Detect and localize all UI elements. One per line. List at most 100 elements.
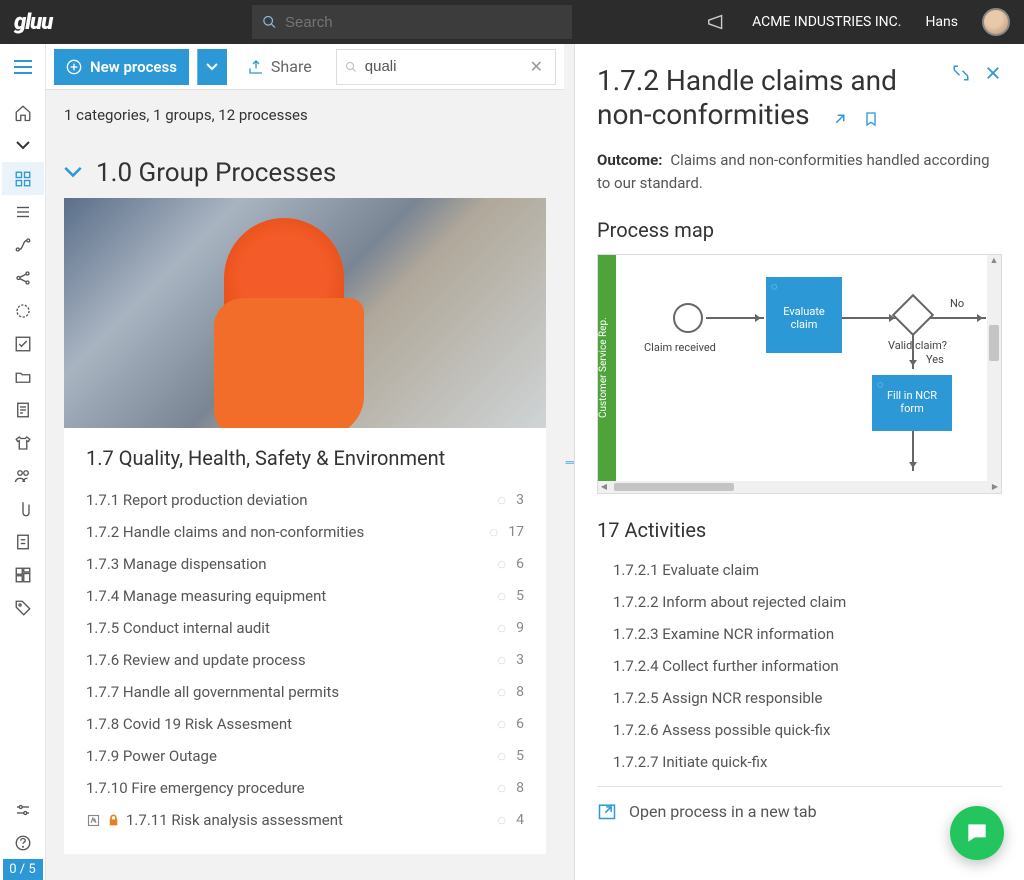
filter-input[interactable] (365, 58, 518, 75)
no-label: No (950, 297, 964, 310)
gateway-label: Valid claim? (888, 339, 947, 352)
draft-icon (86, 813, 101, 828)
arrow (930, 317, 986, 319)
company-name[interactable]: ACME INDUSTRIES INC. (752, 14, 901, 30)
list-item[interactable]: 1.7.6 Review and update process◌3 (86, 644, 524, 676)
task-ncr[interactable]: Fill in NCR form (872, 375, 952, 431)
search-icon (262, 14, 277, 30)
list-item[interactable]: 1.7.8 Covid 19 Risk Assesment◌6 (86, 708, 524, 740)
activity-item[interactable]: 1.7.2.2 Inform about rejected claim (597, 586, 1002, 618)
arrow (912, 333, 914, 369)
check-icon[interactable] (2, 327, 44, 360)
user-name[interactable]: Hans (925, 14, 958, 30)
external-link-icon[interactable] (831, 110, 849, 128)
arrow (842, 317, 898, 319)
refresh-icon[interactable] (2, 294, 44, 327)
home-icon[interactable] (2, 96, 44, 129)
activity-item[interactable]: 1.7.2.5 Assign NCR responsible (597, 682, 1002, 714)
list-icon[interactable] (2, 195, 44, 228)
dashboard-icon[interactable] (2, 558, 44, 591)
group-title: 1.0 Group Processes (96, 158, 336, 188)
expand-icon[interactable] (952, 64, 970, 82)
avatar[interactable] (982, 8, 1010, 36)
panel-resizer[interactable]: || (564, 44, 574, 880)
detail-panel: 1.7.2 Handle claims and non-conformities… (574, 44, 1024, 880)
process-diagram[interactable]: Customer Service Rep. Claim received Eva… (597, 254, 1002, 494)
activities-list: 1.7.2.1 Evaluate claim 1.7.2.2 Inform ab… (597, 554, 1002, 778)
process-map-header: Process map (597, 218, 1002, 242)
open-new-tab-button[interactable]: Open process in a new tab (597, 786, 1002, 835)
list-item[interactable]: 1.7.9 Power Outage◌5 (86, 740, 524, 772)
new-tab-icon (597, 801, 617, 821)
lock-icon (107, 813, 120, 828)
new-process-button[interactable]: New process (54, 49, 189, 85)
shirt-icon[interactable] (2, 426, 44, 459)
sidebar: 0 / 5 (0, 44, 46, 880)
share-arrow-icon (247, 58, 265, 76)
chevron-down-icon (206, 63, 218, 71)
collapse-icon[interactable] (64, 166, 82, 180)
task-evaluate[interactable]: Evaluate claim (766, 277, 842, 353)
open-new-tab-label: Open process in a new tab (629, 802, 817, 821)
attachment-icon[interactable] (2, 492, 44, 525)
activity-item[interactable]: 1.7.2.7 Initiate quick-fix (597, 746, 1002, 778)
document-icon[interactable] (2, 525, 44, 558)
list-item[interactable]: 1.7.3 Manage dispensation◌6 (86, 548, 524, 580)
arrow (706, 317, 764, 319)
subgroup-title[interactable]: 1.7 Quality, Health, Safety & Environmen… (86, 446, 524, 470)
detail-title: 1.7.2 Handle claims and non-conformities (597, 64, 940, 131)
grid-icon[interactable] (2, 162, 44, 195)
activity-item[interactable]: 1.7.2.3 Examine NCR information (597, 618, 1002, 650)
app-logo[interactable]: gluu (14, 10, 52, 35)
bookmark-icon[interactable] (863, 110, 879, 128)
settings-icon[interactable] (2, 793, 44, 826)
start-label: Claim received (644, 341, 716, 354)
swimlane-label: Customer Service Rep. (598, 255, 616, 481)
list-item[interactable]: 1.7.11 Risk analysis assessment◌4 (86, 804, 524, 836)
usage-counter: 0 / 5 (3, 859, 43, 880)
share-button[interactable]: Share (235, 57, 324, 76)
flow-icon[interactable] (2, 228, 44, 261)
announce-icon[interactable] (706, 11, 728, 33)
hamburger-icon[interactable] (3, 52, 43, 82)
list-item[interactable]: 1.7.1 Report production deviation◌3 (86, 484, 524, 516)
new-process-label: New process (90, 58, 177, 76)
close-icon[interactable] (984, 64, 1002, 82)
chat-fab[interactable] (950, 806, 1004, 860)
chevron-down-icon[interactable] (2, 129, 44, 162)
list-item[interactable]: 1.7.5 Conduct internal audit◌9 (86, 612, 524, 644)
list-item[interactable]: 1.7.2 Handle claims and non-conformities… (86, 516, 524, 548)
diagram-vscrollbar[interactable]: ▲ (987, 255, 1001, 481)
help-icon[interactable] (2, 826, 44, 859)
clear-filter-icon[interactable]: ✕ (526, 57, 547, 76)
activity-item[interactable]: 1.7.2.4 Collect further information (597, 650, 1002, 682)
breadcrumb: 1 categories, 1 groups, 12 processes (46, 90, 564, 140)
activities-header: 17 Activities (597, 518, 1002, 542)
filter-search[interactable]: ✕ (336, 49, 556, 85)
activity-item[interactable]: 1.7.2.1 Evaluate claim (597, 554, 1002, 586)
people-icon[interactable] (2, 459, 44, 492)
form-icon[interactable] (2, 393, 44, 426)
list-item[interactable]: 1.7.7 Handle all governmental permits◌8 (86, 676, 524, 708)
tag-icon[interactable] (2, 591, 44, 624)
arrow (912, 431, 914, 471)
yes-label: Yes (926, 353, 944, 366)
global-search[interactable] (252, 5, 572, 39)
list-item[interactable]: 1.7.10 Fire emergency procedure◌8 (86, 772, 524, 804)
activity-item[interactable]: 1.7.2.6 Assess possible quick-fix (597, 714, 1002, 746)
outcome: Outcome:Claims and non-conformities hand… (597, 149, 1002, 194)
diagram-hscrollbar[interactable]: ◀▶ (598, 481, 1001, 493)
new-process-dropdown[interactable] (197, 49, 227, 85)
search-input[interactable] (285, 14, 562, 31)
group-image (64, 198, 546, 428)
list-item[interactable]: 1.7.4 Manage measuring equipment◌5 (86, 580, 524, 612)
share-icon[interactable] (2, 261, 44, 294)
gateway[interactable] (892, 294, 934, 336)
process-list: 1.7.1 Report production deviation◌3 1.7.… (86, 484, 524, 836)
chat-icon (964, 820, 990, 846)
share-label: Share (271, 57, 312, 76)
search-icon (345, 59, 357, 75)
start-event[interactable] (673, 303, 703, 333)
folder-icon[interactable] (2, 360, 44, 393)
plus-icon (66, 59, 82, 75)
